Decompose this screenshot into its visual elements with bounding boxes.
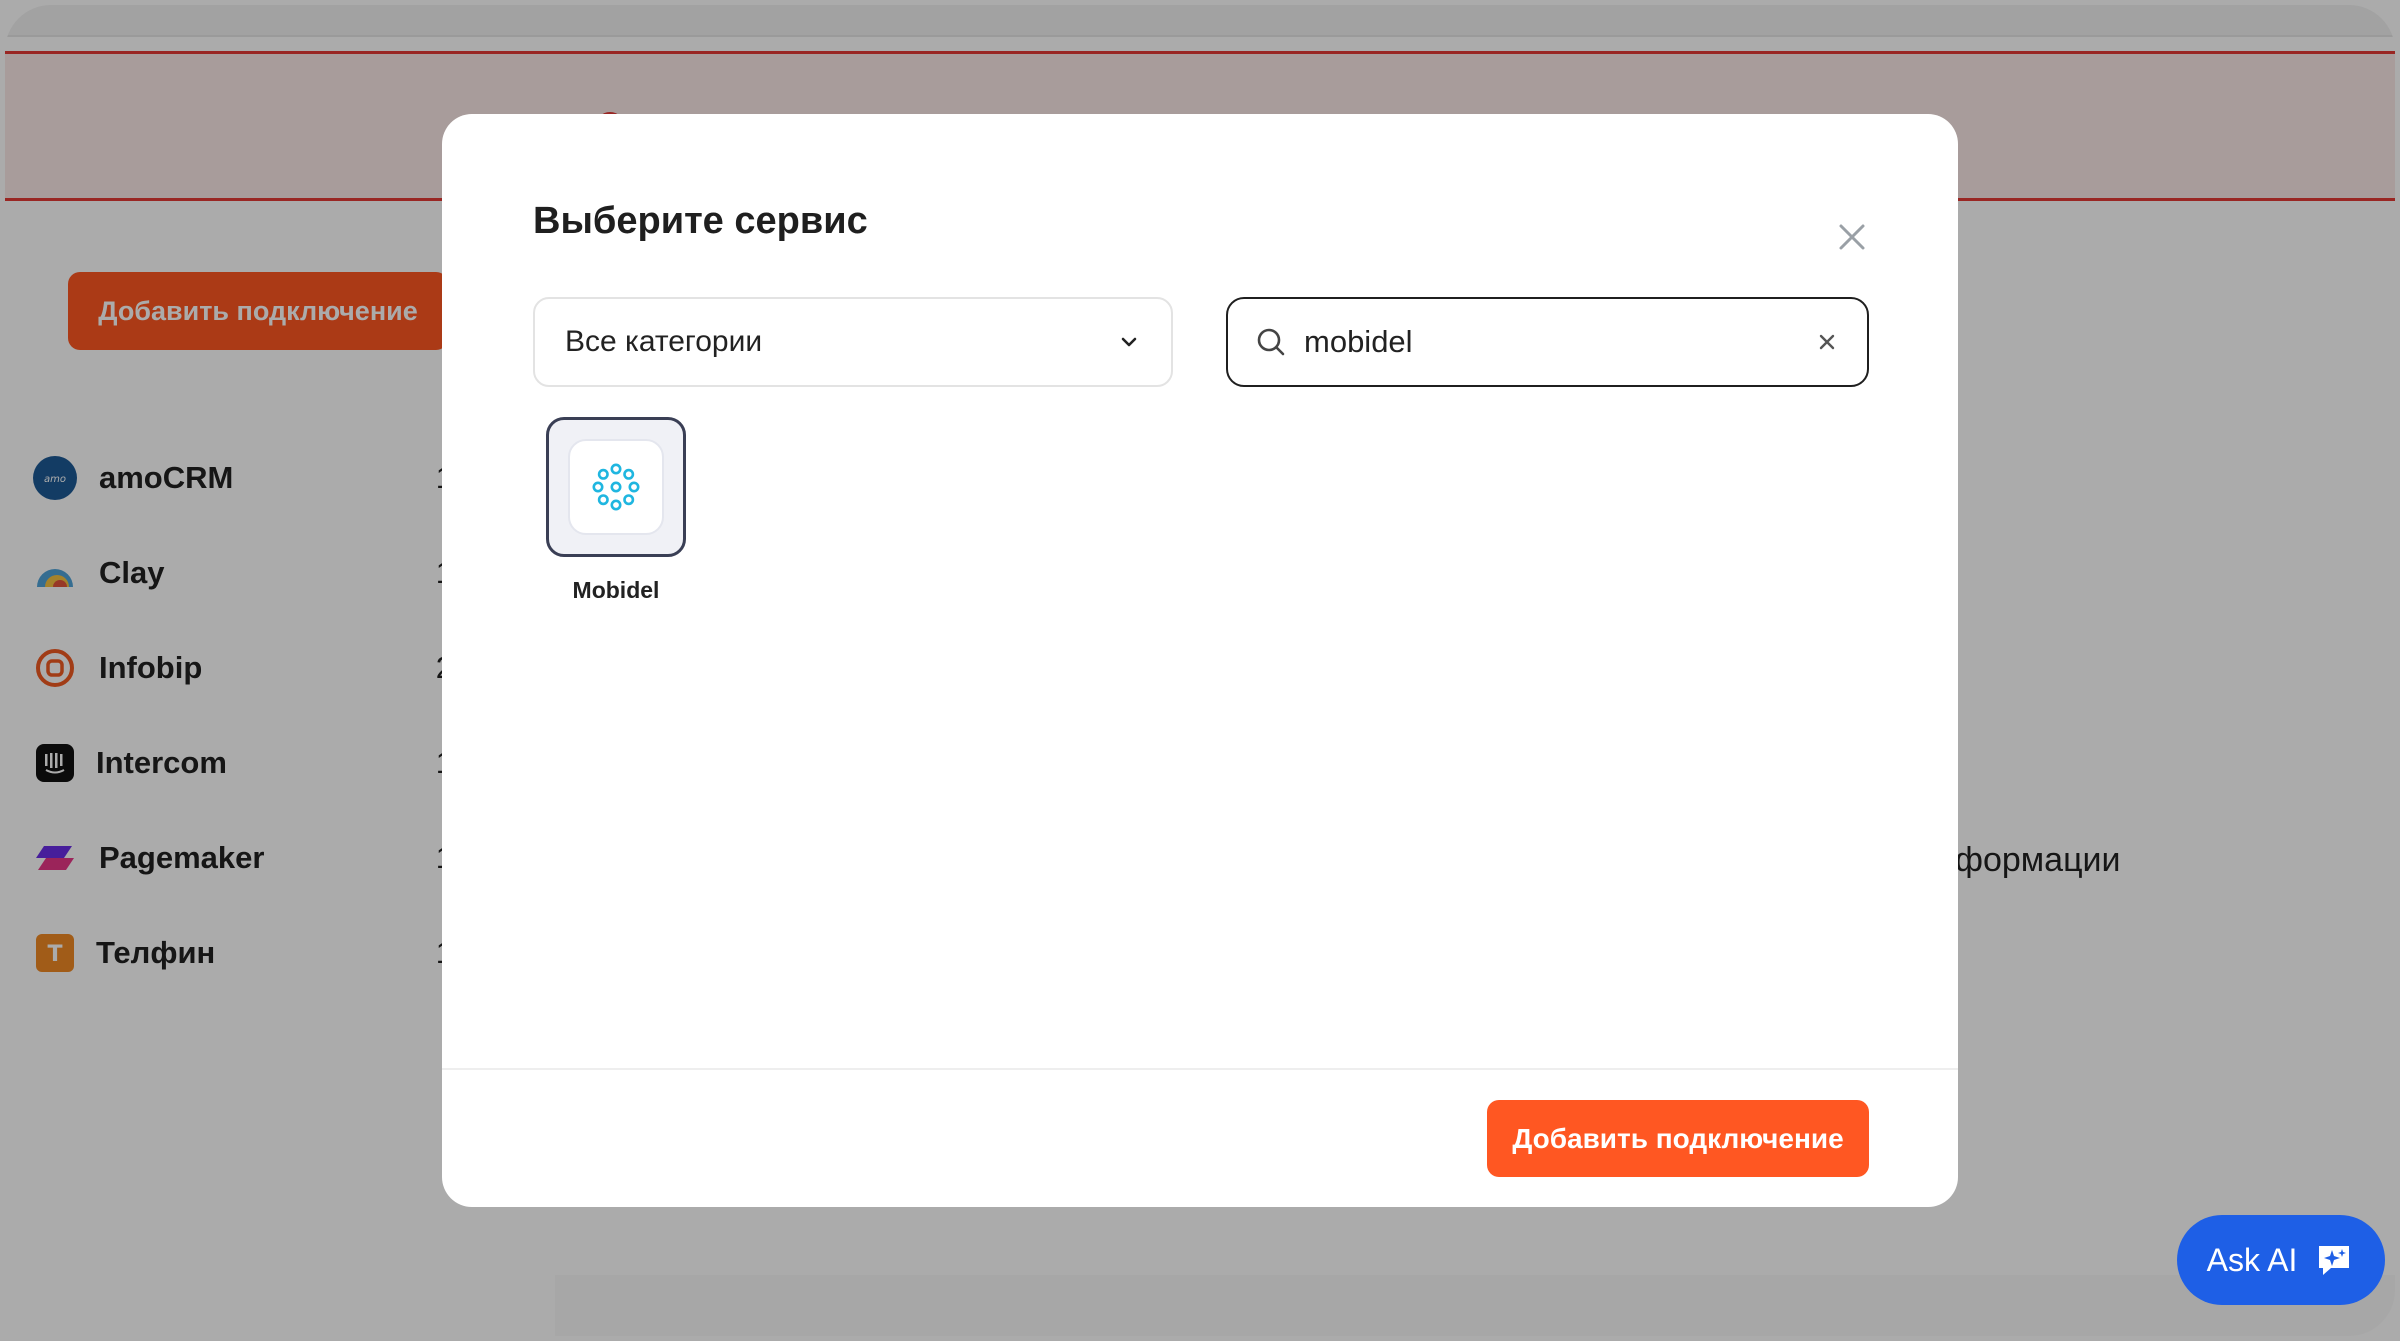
close-button[interactable] — [1827, 212, 1877, 262]
service-name: Mobidel — [572, 577, 660, 603]
service-card-mobidel[interactable]: Mobidel — [546, 417, 686, 604]
category-select-value: Все категории — [565, 325, 763, 358]
search-icon — [1257, 328, 1285, 356]
service-inner — [568, 439, 664, 535]
clear-search-icon[interactable] — [1813, 328, 1841, 356]
chat-sparkle-icon — [2319, 1246, 2350, 1275]
select-service-modal: Выберите сервис Все категории mobidel Mo… — [442, 114, 1958, 1207]
chevron-down-icon — [1121, 337, 1137, 347]
service-search[interactable] — [1226, 297, 1869, 387]
search-input[interactable] — [1304, 324, 1813, 360]
category-select[interactable]: Все категории — [533, 297, 1173, 387]
modal-title: Выберите сервис — [533, 200, 868, 242]
add-connection-button[interactable]: Добавить подключение — [1487, 1100, 1869, 1177]
ask-ai-button[interactable]: Ask AI — [2177, 1215, 2385, 1305]
ask-ai-label: Ask AI — [2206, 1241, 2298, 1278]
close-icon — [1839, 224, 1865, 250]
mobidel-logo-icon — [592, 463, 640, 511]
service-tile — [546, 417, 686, 557]
